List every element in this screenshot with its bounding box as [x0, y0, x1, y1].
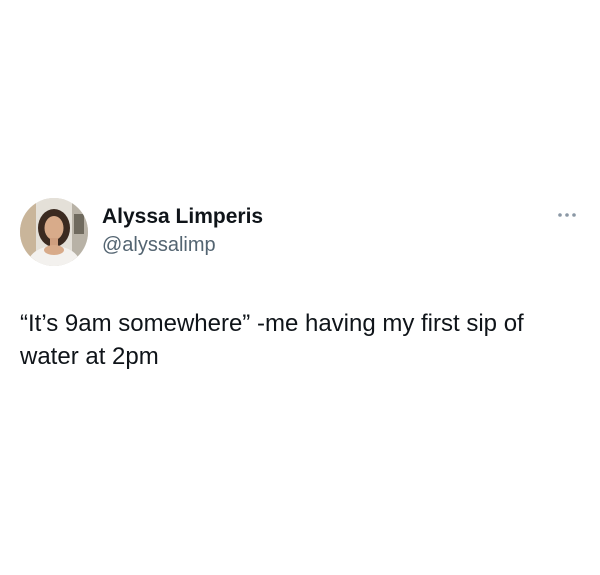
tweet-card: Alyssa Limperis @alyssalimp “It’s 9am so… — [0, 0, 600, 575]
user-handle[interactable]: @alyssalimp — [102, 232, 216, 258]
avatar-photo — [20, 198, 88, 266]
tweet-text: “It’s 9am somewhere” -me having my first… — [20, 310, 524, 370]
avatar[interactable] — [20, 198, 88, 266]
more-options-icon[interactable] — [556, 210, 578, 220]
display-name[interactable]: Alyssa Limperis — [102, 204, 263, 230]
